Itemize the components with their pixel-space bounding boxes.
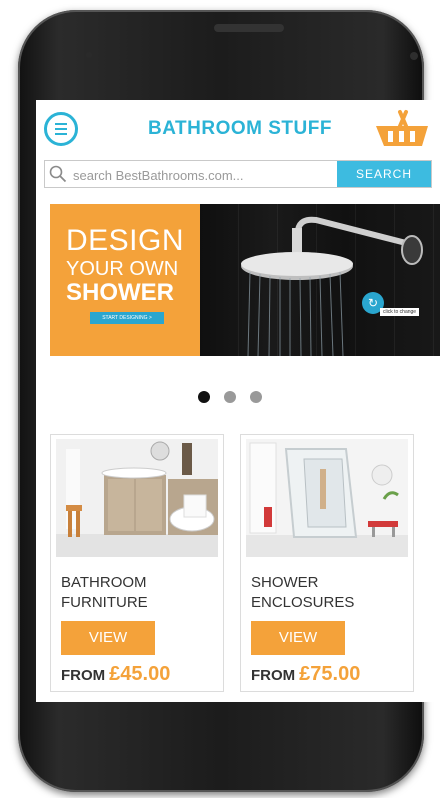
- banner-shower-image: ↻ click to change: [200, 204, 440, 356]
- banner-line1: DESIGN: [66, 224, 185, 257]
- shower-head-image: [241, 216, 423, 356]
- camera-icon: [410, 52, 418, 60]
- banner-text-panel: DESIGN YOUR OWN SHOWER START DESIGNING >: [50, 204, 200, 356]
- bathroom-furniture-image: [56, 439, 218, 557]
- product-name-line1: BATHROOM: [61, 574, 147, 591]
- product-price: FROM £75.00: [251, 663, 360, 686]
- from-label: FROM: [251, 667, 296, 684]
- banner-line3: SHOWER: [66, 279, 174, 306]
- product-name-line2: FURNITURE: [61, 594, 148, 611]
- menu-icon[interactable]: [44, 112, 78, 146]
- basket-icon[interactable]: [374, 108, 430, 150]
- price-value: £75.00: [299, 663, 361, 685]
- carousel-dots: [198, 390, 276, 408]
- product-name-line2: ENCLOSURES: [251, 594, 355, 611]
- app-screen: BATHROOM STUFF SEARCH DESIGN YOUR OWN SH…: [36, 100, 440, 702]
- product-card-furniture[interactable]: BATHROOM FURNITURE VIEW FROM £45.00: [50, 434, 224, 692]
- product-name: BATHROOM FURNITURE: [61, 573, 148, 613]
- product-price: FROM £45.00: [61, 663, 170, 686]
- search-input[interactable]: [71, 163, 331, 187]
- from-label: FROM: [61, 667, 106, 684]
- speaker-grille: [214, 24, 284, 32]
- start-designing-button[interactable]: START DESIGNING >: [90, 312, 164, 324]
- promo-banner[interactable]: DESIGN YOUR OWN SHOWER START DESIGNING >: [50, 204, 440, 356]
- app-title: BATHROOM STUFF: [148, 118, 332, 139]
- carousel-dot-2[interactable]: [224, 391, 236, 403]
- carousel-dot-1[interactable]: [198, 391, 210, 403]
- shower-enclosure-image: [246, 439, 408, 557]
- search-icon: [49, 165, 67, 183]
- click-to-change-label[interactable]: click to change: [380, 308, 420, 316]
- product-card-shower-enclosures[interactable]: SHOWER ENCLOSURES VIEW FROM £75.00: [240, 434, 414, 692]
- price-value: £45.00: [109, 663, 171, 685]
- view-button[interactable]: VIEW: [61, 621, 155, 655]
- view-button[interactable]: VIEW: [251, 621, 345, 655]
- search-button[interactable]: SEARCH: [337, 161, 431, 187]
- product-name-line1: SHOWER: [251, 574, 319, 591]
- banner-line2: YOUR OWN: [66, 258, 179, 280]
- carousel-dot-3[interactable]: [250, 391, 262, 403]
- sensor-icon: [86, 52, 92, 58]
- search-bar: SEARCH: [44, 160, 432, 188]
- product-name: SHOWER ENCLOSURES: [251, 573, 354, 613]
